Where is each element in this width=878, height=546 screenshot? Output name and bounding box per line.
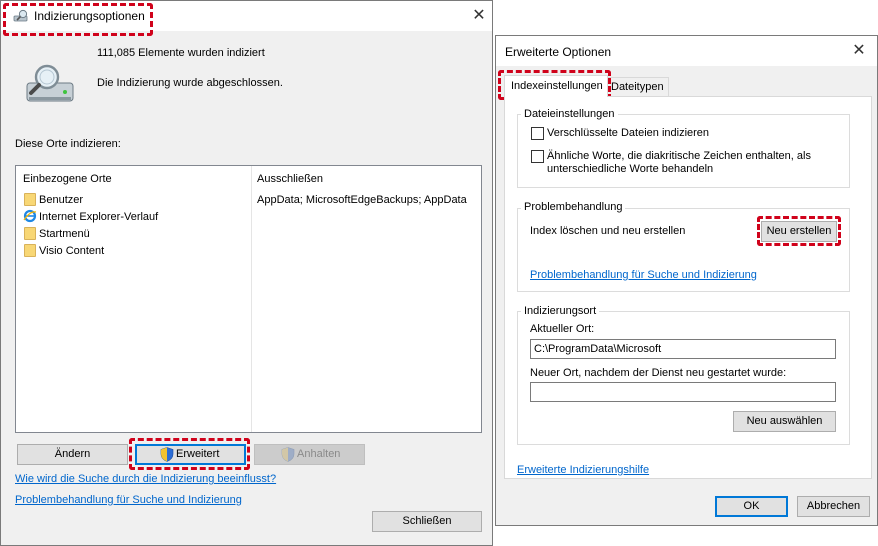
current-location-field[interactable]: C:\ProgramData\Microsoft [530,339,836,359]
pause-button[interactable]: Anhalten [254,444,365,465]
rebuild-index-label: Index löschen und neu erstellen [530,225,686,237]
list-item-exclude: AppData; MicrosoftEdgeBackups; AppData [257,194,467,206]
list-item[interactable]: Internet Explorer-Verlauf [39,211,158,223]
select-new-button[interactable]: Neu auswählen [733,411,836,432]
list-item[interactable]: Visio Content [39,245,104,257]
uac-shield-icon [160,447,174,462]
indexing-options-window: Indizierungsoptionen ✕ 111,085 Elemente … [0,0,493,546]
advanced-close-icon[interactable]: ✕ [844,36,874,66]
rebuild-button[interactable]: Neu erstellen [761,221,837,242]
ok-button[interactable]: OK [715,496,788,517]
indexing-status-icon [26,64,74,102]
list-item[interactable]: Benutzer [39,194,83,206]
checkbox-diacritics-label-line2[interactable]: unterschiedliche Worte behandeln [547,163,713,175]
new-location-field[interactable] [530,382,836,402]
indexed-count: 111,085 Elemente wurden indiziert [97,47,265,59]
new-location-label: Neuer Ort, nachdem der Dienst neu gestar… [530,367,787,379]
checkbox-diacritics[interactable] [531,150,544,163]
checkbox-encrypted-label[interactable]: Verschlüsselte Dateien indizieren [547,127,709,139]
column-divider [251,166,252,432]
tab-panel: Dateieinstellungen Verschlüsselte Dateie… [504,96,872,479]
advanced-options-window: Erweiterte Optionen ✕ Indexeinstellungen… [495,35,878,526]
checkbox-diacritics-label-line1[interactable]: Ähnliche Worte, die diakritische Zeichen… [547,150,811,162]
search-influence-link[interactable]: Wie wird die Suche durch die Indizierung… [15,473,276,485]
tab-index-settings-label: Indexeinstellungen [511,80,603,92]
close-button[interactable]: Schließen [372,511,482,532]
indexing-status-message: Die Indizierung wurde abgeschlossen. [97,77,283,89]
change-button[interactable]: Ändern [17,444,128,465]
tab-file-types[interactable]: Dateitypen [607,77,669,96]
advanced-button-label: Erweitert [176,448,220,460]
advanced-indexing-help-link[interactable]: Erweiterte Indizierungshilfe [517,464,649,476]
checkbox-encrypted[interactable] [531,127,544,140]
troubleshooting-legend: Problembehandlung [521,201,626,213]
advanced-button[interactable]: Erweitert [135,444,246,465]
folder-icon [24,193,36,206]
column-header-exclude[interactable]: Ausschließen [257,173,323,185]
advanced-title-bar[interactable]: Erweiterte Optionen ✕ [496,36,877,66]
main-close-icon[interactable]: ✕ [464,1,494,31]
locations-list[interactable]: Einbezogene Orte Ausschließen Benutzer A… [15,165,482,433]
file-settings-legend: Dateieinstellungen [521,108,618,120]
pause-button-label: Anhalten [297,448,341,460]
index-location-legend: Indizierungsort [521,305,600,317]
locations-section-label: Diese Orte indizieren: [15,138,121,150]
tab-index-settings[interactable]: Indexeinstellungen [504,75,608,97]
cancel-button[interactable]: Abbrechen [797,496,870,517]
current-location-label: Aktueller Ort: [530,323,595,335]
main-window-title: Indizierungsoptionen [34,9,145,23]
indexing-options-icon [13,9,28,22]
folder-icon [24,227,36,240]
main-title-bar[interactable]: Indizierungsoptionen ✕ [1,1,492,31]
troubleshoot-link[interactable]: Problembehandlung für Suche und Indizier… [15,494,242,506]
troubleshoot-search-link[interactable]: Problembehandlung für Suche und Indizier… [530,269,757,281]
column-header-included[interactable]: Einbezogene Orte [23,173,112,185]
uac-shield-icon [281,447,295,462]
advanced-window-title: Erweiterte Optionen [505,45,612,59]
folder-icon [24,244,36,257]
tab-file-types-label: Dateitypen [611,81,664,93]
internet-explorer-icon [23,209,37,223]
list-item[interactable]: Startmenü [39,228,90,240]
